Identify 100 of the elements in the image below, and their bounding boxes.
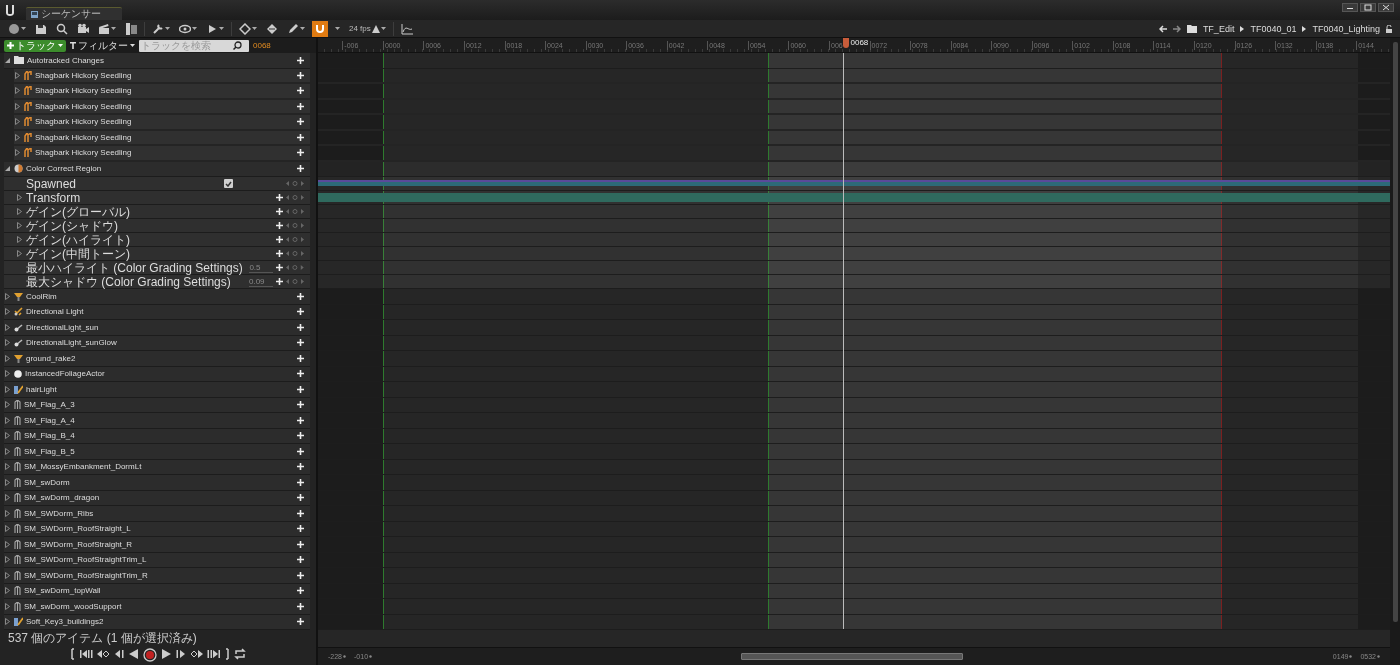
breadcrumb-link[interactable]: TF_Edit — [1202, 23, 1235, 34]
forward-arrow-icon[interactable] — [1172, 24, 1181, 33]
render-button[interactable] — [123, 20, 139, 37]
expand-toggle[interactable] — [4, 339, 11, 347]
range-end-button[interactable] — [224, 648, 230, 662]
expand-toggle[interactable] — [4, 447, 11, 455]
expand-toggle[interactable] — [4, 401, 11, 409]
expand-toggle[interactable] — [4, 292, 11, 300]
add-button[interactable] — [297, 385, 304, 393]
expand-toggle[interactable] — [16, 194, 23, 201]
track-label[interactable]: Shagbark Hickory Seedling — [35, 86, 294, 96]
add-button[interactable] — [297, 463, 304, 471]
add-button[interactable] — [297, 323, 304, 331]
checkbox[interactable] — [224, 179, 233, 188]
add-button[interactable] — [297, 556, 304, 564]
expand-toggle[interactable] — [4, 478, 11, 486]
close-button[interactable] — [1378, 3, 1394, 12]
expand-toggle[interactable] — [4, 540, 11, 548]
play-button[interactable] — [161, 648, 172, 662]
key-button[interactable] — [237, 20, 259, 37]
add-button[interactable] — [297, 478, 304, 486]
expand-toggle[interactable] — [4, 416, 11, 424]
breadcrumb-link[interactable]: TF0040_Lighting — [1312, 23, 1380, 34]
expand-toggle[interactable] — [4, 323, 11, 331]
expand-toggle[interactable] — [4, 556, 11, 564]
add-button[interactable] — [297, 102, 304, 110]
add-button[interactable] — [297, 133, 304, 141]
value-field[interactable]: 0.5 — [249, 262, 274, 273]
expand-toggle[interactable] — [14, 87, 21, 95]
property-label[interactable]: Spawned — [26, 176, 77, 191]
maximize-button[interactable] — [1360, 3, 1376, 12]
property-label[interactable]: Transform — [26, 190, 81, 205]
playhead-handle[interactable] — [842, 38, 849, 48]
add-button[interactable] — [297, 370, 304, 378]
add-button[interactable] — [276, 264, 284, 271]
expand-toggle[interactable] — [4, 618, 11, 626]
add-button[interactable] — [297, 401, 304, 409]
track-section-bar[interactable] — [318, 193, 1390, 202]
expand-toggle[interactable] — [16, 250, 23, 257]
expand-toggle[interactable] — [4, 165, 11, 173]
expand-toggle[interactable] — [4, 385, 11, 393]
add-button[interactable] — [297, 149, 304, 157]
magnet-button[interactable] — [312, 20, 328, 37]
add-button[interactable] — [276, 194, 283, 201]
sequencer-tab[interactable]: シーケンサー — [26, 7, 122, 20]
add-button[interactable] — [297, 165, 304, 173]
add-button[interactable] — [297, 416, 304, 424]
add-button[interactable] — [297, 432, 304, 440]
track-section-bar[interactable] — [318, 180, 1390, 186]
add-button[interactable] — [297, 447, 304, 455]
track-label[interactable]: Shagbark Hickory Seedling — [35, 70, 294, 80]
add-button[interactable] — [297, 308, 304, 316]
expand-toggle[interactable] — [14, 149, 21, 157]
property-label[interactable]: 最大シャドウ (Color Grading Settings) — [26, 274, 231, 289]
add-button[interactable] — [276, 250, 283, 257]
expand-toggle[interactable] — [4, 525, 11, 533]
expand-toggle[interactable] — [4, 509, 11, 517]
add-button[interactable] — [297, 587, 304, 595]
expand-toggle[interactable] — [14, 71, 21, 79]
frame-rate-button[interactable]: 24 fps — [347, 20, 388, 37]
property-label[interactable]: 最小ハイライト (Color Grading Settings) — [26, 260, 240, 275]
add-button[interactable] — [297, 339, 304, 347]
add-button[interactable] — [297, 525, 304, 533]
expand-toggle[interactable] — [4, 494, 11, 502]
expand-toggle[interactable] — [14, 133, 21, 141]
track-label[interactable]: Shagbark Hickory Seedling — [35, 132, 294, 142]
expand-toggle[interactable] — [16, 236, 23, 243]
breadcrumb-link[interactable]: TF0040_01 — [1250, 23, 1297, 34]
add-button[interactable] — [297, 618, 304, 626]
value-field[interactable]: 0.09 — [249, 276, 273, 287]
expand-toggle[interactable] — [4, 587, 11, 595]
add-button[interactable] — [297, 571, 304, 579]
add-button[interactable] — [297, 292, 304, 300]
add-button[interactable] — [297, 540, 304, 548]
vertical-scrollbar[interactable] — [1390, 38, 1400, 665]
add-button[interactable] — [297, 509, 304, 517]
horizontal-scrollbar[interactable] — [741, 653, 964, 660]
expand-toggle[interactable] — [4, 354, 11, 362]
expand-toggle[interactable] — [4, 308, 11, 316]
expand-toggle[interactable] — [14, 118, 21, 126]
add-track-button[interactable]: トラック — [4, 39, 66, 52]
expand-toggle[interactable] — [16, 222, 23, 229]
play-reverse-button[interactable] — [128, 648, 139, 662]
expand-toggle[interactable] — [4, 571, 11, 579]
add-button[interactable] — [276, 222, 283, 229]
add-button[interactable] — [276, 278, 283, 285]
track-label[interactable]: Shagbark Hickory Seedling — [35, 148, 294, 158]
loop-button[interactable] — [234, 648, 246, 662]
expand-toggle[interactable] — [16, 208, 23, 215]
add-button[interactable] — [297, 494, 304, 502]
add-button[interactable] — [276, 208, 283, 215]
expand-toggle[interactable] — [4, 370, 11, 378]
track-label[interactable]: Shagbark Hickory Seedling — [35, 117, 294, 127]
add-button[interactable] — [297, 56, 304, 64]
add-button[interactable] — [297, 71, 304, 79]
record-button[interactable] — [143, 648, 157, 662]
expand-toggle[interactable] — [4, 602, 11, 610]
filter-button[interactable]: フィルター — [70, 38, 135, 53]
back-arrow-icon[interactable] — [1158, 24, 1167, 33]
minimize-button[interactable] — [1342, 3, 1358, 12]
